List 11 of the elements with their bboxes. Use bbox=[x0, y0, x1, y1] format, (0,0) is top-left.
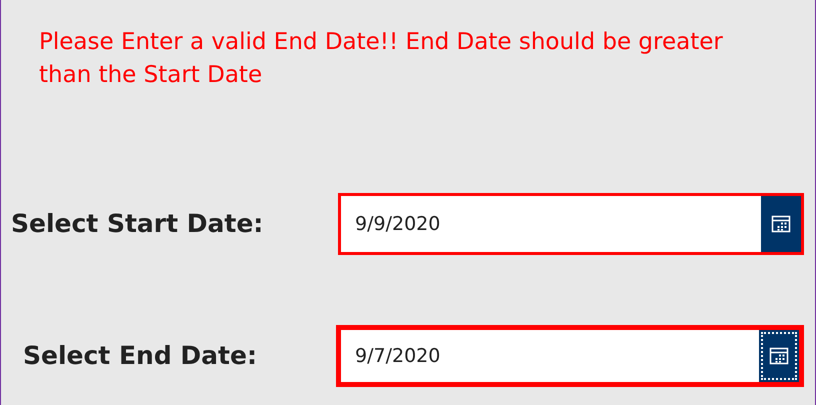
field-label: Select Start Date: bbox=[10, 208, 264, 240]
calendar-button[interactable] bbox=[759, 330, 799, 382]
calendar-icon bbox=[769, 346, 789, 366]
field-label: Select End Date: bbox=[22, 340, 258, 372]
date-value: 9/9/2020 bbox=[354, 212, 442, 237]
calendar-icon bbox=[771, 214, 791, 234]
calendar-button[interactable] bbox=[761, 196, 801, 252]
date-value: 9/7/2020 bbox=[354, 344, 442, 369]
date-picker[interactable]: 9/9/2020 bbox=[338, 193, 804, 255]
date-picker[interactable]: 9/7/2020 bbox=[336, 325, 804, 387]
error-message: Please Enter a valid End Date!! End Date should be greater than the Start Date bbox=[39, 28, 724, 90]
